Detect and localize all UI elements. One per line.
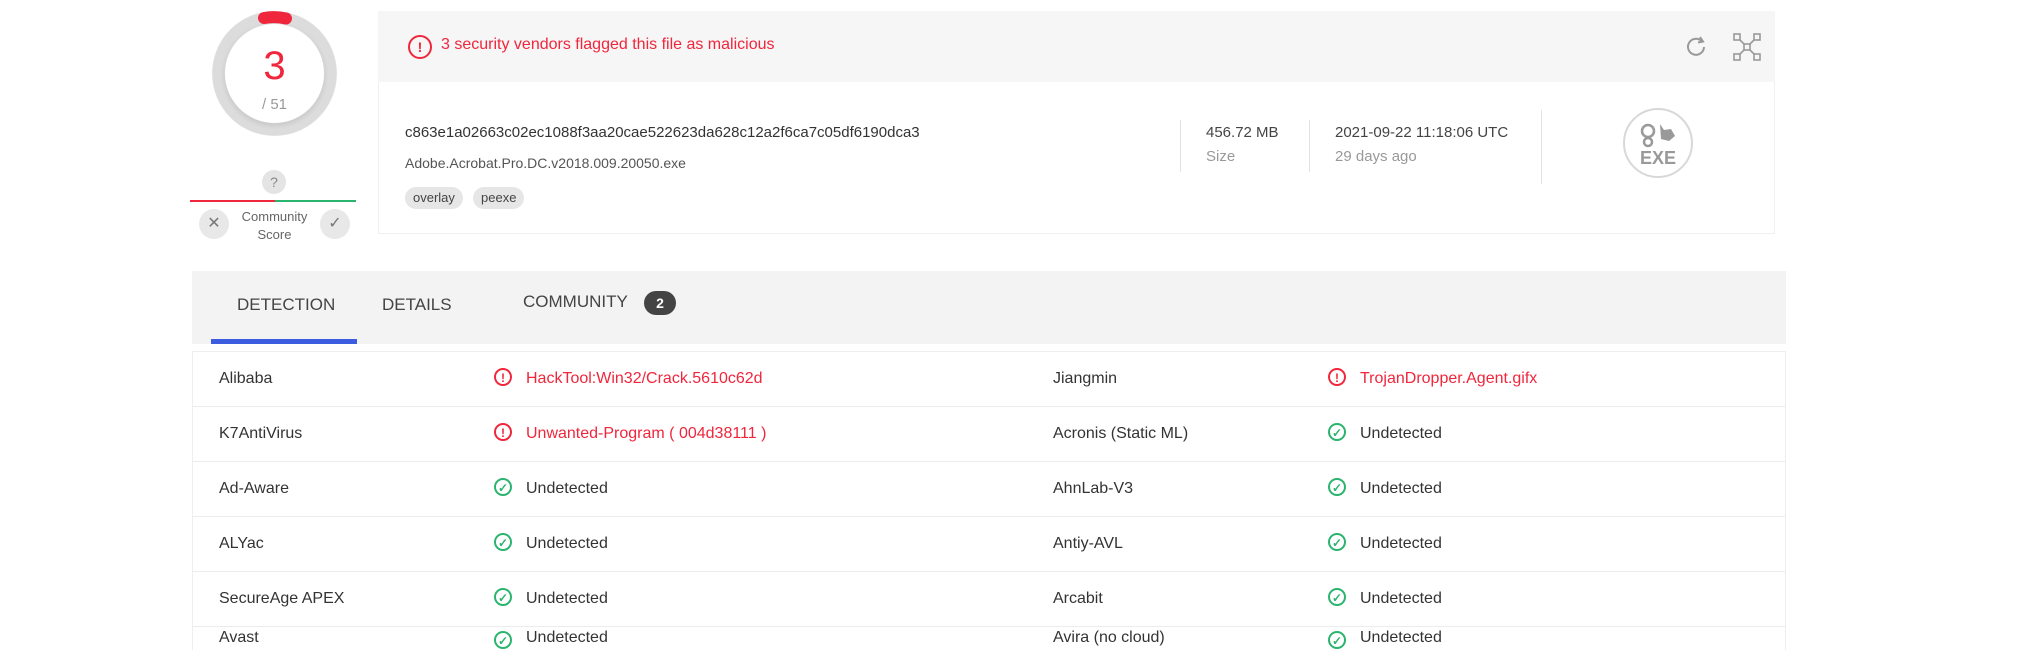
malicious-alert-text: 3 security vendors flagged this file as … xyxy=(441,36,775,53)
table-row: Alibaba ! HackTool:Win32/Crack.5610c62d … xyxy=(193,352,1785,407)
tab-detection[interactable]: DETECTION xyxy=(237,295,335,315)
check-circle-icon: ✓ xyxy=(1328,631,1346,649)
score-face: 3 / 51 xyxy=(225,24,324,123)
detection-result: Undetected xyxy=(526,629,608,646)
table-row: ALYac ✓ Undetected Antiy-AVL ✓ Undetecte… xyxy=(193,517,1785,572)
alert-circle-icon: ! xyxy=(494,423,512,441)
table-row: SecureAge APEX ✓ Undetected Arcabit ✓ Un… xyxy=(193,572,1785,627)
table-row: Avast ✓ Undetected Avira (no cloud) ✓ Un… xyxy=(193,627,1785,651)
file-hash[interactable]: c863e1a02663c02ec1088f3aa20cae522623da62… xyxy=(405,124,920,141)
divider xyxy=(1309,120,1310,172)
divider xyxy=(1180,120,1181,172)
vendor-name: Jiangmin xyxy=(1053,370,1118,387)
vote-malicious-button[interactable]: ✕ xyxy=(199,209,229,239)
divider xyxy=(1541,110,1542,184)
check-circle-icon: ✓ xyxy=(1328,423,1346,441)
file-size: 456.72 MB xyxy=(1206,124,1279,141)
file-name: Adobe.Acrobat.Pro.DC.v2018.009.20050.exe xyxy=(405,155,686,171)
community-score-bar-positive xyxy=(275,200,356,202)
vote-harmless-button[interactable]: ✓ xyxy=(320,209,350,239)
detection-result: HackTool:Win32/Crack.5610c62d xyxy=(526,370,763,387)
check-circle-icon: ✓ xyxy=(1328,533,1346,551)
vendor-name: Alibaba xyxy=(219,370,273,387)
detection-result: Undetected xyxy=(526,535,608,552)
check-circle-icon: ✓ xyxy=(494,588,512,606)
vendor-name: ALYac xyxy=(219,535,264,552)
last-analysis-relative: 29 days ago xyxy=(1335,148,1417,165)
check-circle-icon: ✓ xyxy=(1328,478,1346,496)
detection-result: Undetected xyxy=(526,590,608,607)
file-type-exe-icon: EXE xyxy=(1623,108,1693,178)
detections-count: 3 xyxy=(263,44,286,88)
vendor-name: Avira (no cloud) xyxy=(1053,629,1165,646)
detection-result: TrojanDropper.Agent.gifx xyxy=(1360,370,1538,387)
check-circle-icon: ✓ xyxy=(494,533,512,551)
detection-result: Undetected xyxy=(1360,535,1442,552)
refresh-icon[interactable] xyxy=(1683,34,1709,60)
vendor-name: SecureAge APEX xyxy=(219,590,345,607)
table-row: Ad-Aware ✓ Undetected AhnLab-V3 ✓ Undete… xyxy=(193,462,1785,517)
detection-score-gauge: 3 / 51 xyxy=(212,11,337,136)
detection-result: Undetected xyxy=(1360,629,1442,646)
detection-result: Undetected xyxy=(1360,480,1442,497)
detections-table: Alibaba ! HackTool:Win32/Crack.5610c62d … xyxy=(192,351,1786,650)
detection-result: Undetected xyxy=(1360,425,1442,442)
file-size-label: Size xyxy=(1206,148,1236,165)
check-circle-icon: ✓ xyxy=(1328,588,1346,606)
tag-overlay[interactable]: overlay xyxy=(405,187,463,209)
table-row: K7AntiVirus ! Unwanted-Program ( 004d381… xyxy=(193,407,1785,462)
detection-result: Undetected xyxy=(526,480,608,497)
community-score-help-icon[interactable]: ? xyxy=(262,170,286,194)
tab-community[interactable]: COMMUNITY xyxy=(523,292,628,312)
vendor-name: Antiy-AVL xyxy=(1053,535,1123,552)
tag-peexe[interactable]: peexe xyxy=(473,187,525,209)
community-count-badge: 2 xyxy=(644,291,676,315)
tab-details[interactable]: DETAILS xyxy=(382,295,452,315)
alert-circle-icon: ! xyxy=(1328,368,1346,386)
community-score-bar-negative xyxy=(190,200,275,202)
graph-icon[interactable] xyxy=(1732,32,1762,62)
detections-total: / 51 xyxy=(261,96,288,113)
tab-active-indicator xyxy=(211,339,357,344)
detection-result: Unwanted-Program ( 004d38111 ) xyxy=(526,425,767,442)
alert-circle-icon: ! xyxy=(494,368,512,386)
community-score-label: Community Score xyxy=(241,209,308,242)
alert-circle-icon: ! xyxy=(408,35,432,59)
vendor-name: AhnLab-V3 xyxy=(1053,480,1134,497)
score-ring-arc xyxy=(258,11,292,25)
check-circle-icon: ✓ xyxy=(494,478,512,496)
detection-result: Undetected xyxy=(1360,590,1442,607)
vendor-name: Arcabit xyxy=(1053,590,1103,607)
vendor-name: Ad-Aware xyxy=(219,480,289,497)
vendor-name: K7AntiVirus xyxy=(219,425,303,442)
last-analysis-date: 2021-09-22 11:18:06 UTC xyxy=(1335,124,1509,141)
vendor-name: Acronis (Static ML) xyxy=(1053,425,1189,442)
check-circle-icon: ✓ xyxy=(494,631,512,649)
vendor-name: Avast xyxy=(219,629,259,646)
